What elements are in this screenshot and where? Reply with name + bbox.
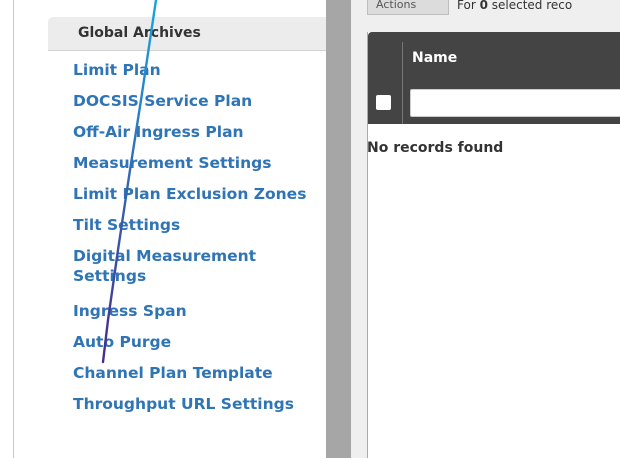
- sidebar-item-limit-plan[interactable]: Limit Plan: [73, 60, 313, 91]
- sidebar-item-channel-plan-template[interactable]: Channel Plan Template: [73, 363, 313, 394]
- section-title: Global Archives: [78, 25, 201, 41]
- sidebar-item-label: Digital Measurement Settings: [73, 247, 257, 285]
- sidebar-item-throughput-url-settings[interactable]: Throughput URL Settings: [73, 394, 313, 425]
- sidebar-item-label: Off-Air Ingress Plan: [73, 123, 244, 141]
- sidebar-nav: Limit Plan DOCSIS Service Plan Off-Air I…: [73, 60, 313, 425]
- grid-header: Name: [368, 32, 620, 124]
- sidebar-item-label: Limit Plan Exclusion Zones: [73, 185, 307, 203]
- actions-button[interactable]: Actions: [367, 0, 449, 15]
- main-panel: Actions For 0 selected reco Name No reco…: [351, 0, 620, 458]
- sidebar-item-ingress-span[interactable]: Ingress Span: [73, 301, 313, 332]
- empty-message: No records found: [367, 140, 504, 156]
- sidebar-item-label: Measurement Settings: [73, 154, 272, 172]
- selection-count: 0: [479, 0, 488, 12]
- selection-prefix: For: [457, 0, 476, 12]
- selection-suffix: selected reco: [491, 0, 573, 12]
- sidebar-item-label: DOCSIS Service Plan: [73, 92, 253, 110]
- app-window: Global Archives Limit Plan DOCSIS Servic…: [0, 0, 620, 458]
- select-all-checkbox[interactable]: [376, 95, 391, 110]
- sidebar-item-tilt-settings[interactable]: Tilt Settings: [73, 215, 313, 246]
- sidebar-item-limit-plan-exclusion-zones[interactable]: Limit Plan Exclusion Zones: [73, 184, 313, 215]
- actions-label: Actions: [376, 0, 417, 11]
- sidebar-item-label: Throughput URL Settings: [73, 395, 294, 413]
- sidebar-item-label: Auto Purge: [73, 333, 172, 351]
- name-filter-input[interactable]: [410, 89, 620, 117]
- records-grid: Name No records found: [367, 32, 620, 458]
- sidebar-item-off-air-ingress-plan[interactable]: Off-Air Ingress Plan: [73, 122, 313, 153]
- sidebar-item-label: Limit Plan: [73, 61, 161, 79]
- sidebar-item-docsis-service-plan[interactable]: DOCSIS Service Plan: [73, 91, 313, 122]
- column-divider[interactable]: [402, 42, 403, 124]
- sidebar-item-label: Tilt Settings: [73, 216, 181, 234]
- panel-splitter[interactable]: [326, 0, 351, 458]
- sidebar-item-measurement-settings[interactable]: Measurement Settings: [73, 153, 313, 184]
- column-header-name[interactable]: Name: [412, 50, 457, 66]
- section-header: Global Archives: [48, 17, 334, 51]
- sidebar-item-label: Channel Plan Template: [73, 364, 273, 382]
- sidebar: Global Archives Limit Plan DOCSIS Servic…: [13, 0, 334, 458]
- sidebar-item-auto-purge[interactable]: Auto Purge: [73, 332, 313, 363]
- selection-summary: For 0 selected reco: [457, 0, 573, 12]
- sidebar-item-digital-measurement-settings[interactable]: Digital Measurement Settings: [73, 246, 313, 301]
- sidebar-item-label: Ingress Span: [73, 302, 187, 320]
